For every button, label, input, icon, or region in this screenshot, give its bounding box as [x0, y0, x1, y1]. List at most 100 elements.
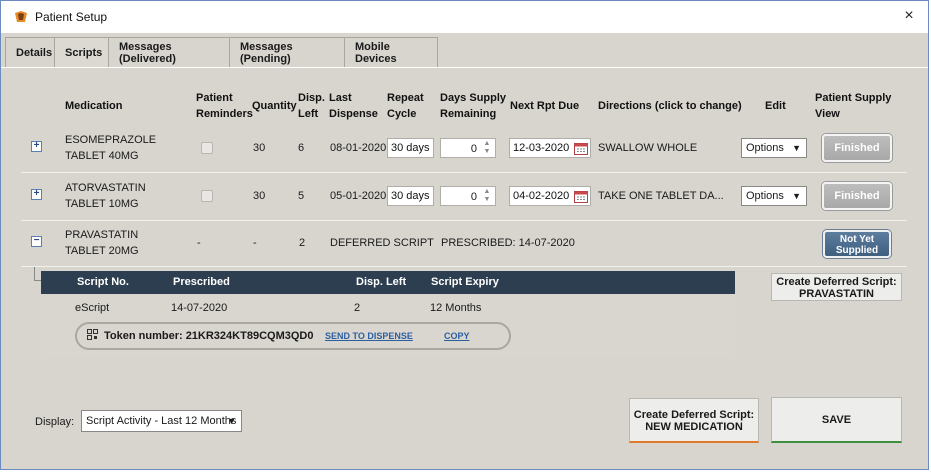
row-divider [21, 172, 907, 173]
quantity-value: 30 [253, 190, 266, 202]
disp-left-value: 2 [299, 237, 306, 249]
tab-messages-delivered[interactable]: Messages (Delivered) [108, 37, 230, 67]
col-patient-reminders-line2: Reminders [196, 108, 253, 120]
not-yet-supplied-line1: Not Yet [839, 234, 875, 245]
last-dispense-value: 05-01-2020 [330, 190, 387, 202]
col-days-supply-line2: Remaining [440, 108, 497, 120]
col-quantity: Quantity [252, 100, 297, 112]
next-rpt-due-value: 12-03-2020 [513, 142, 570, 154]
tab-bar: Details Scripts Messages (Delivered) Mes… [5, 37, 438, 67]
not-yet-supplied-line2: Supplied [835, 245, 879, 256]
medication-name: ATORVASTATIN [65, 182, 146, 194]
calendar-icon[interactable] [574, 142, 588, 155]
expand-row-icon[interactable]: + [31, 189, 42, 200]
qr-code-icon [87, 329, 98, 340]
display-filter-select[interactable]: Script Activity - Last 12 Months ▼ [81, 410, 242, 432]
patient-reminders-checkbox[interactable] [201, 142, 213, 154]
medication-form: TABLET 40MG [65, 150, 139, 162]
patient-reminders-value: - [197, 237, 201, 249]
disp-left-value: 2 [354, 302, 361, 314]
script-expiry-value: 12 Months [430, 302, 482, 314]
display-filter-value: Script Activity - Last 12 Months [86, 415, 237, 427]
next-rpt-due-field[interactable]: 12-03-2020 [509, 138, 591, 158]
col-repeat-cycle-line1: Repeat [387, 92, 424, 104]
col-last-dispense-line1: Last [329, 92, 352, 104]
tab-messages-pending[interactable]: Messages (Pending) [229, 37, 345, 67]
col-next-rpt-due: Next Rpt Due [510, 100, 580, 112]
edit-options-select[interactable]: Options ▼ [741, 138, 807, 158]
send-to-dispense-link[interactable]: SEND TO DISPENSE [325, 331, 413, 341]
save-button[interactable]: SAVE [771, 397, 902, 443]
medication-name: ESOMEPRAZOLE [65, 134, 157, 146]
script-detail-panel: Script No. Prescribed Disp. Left Script … [41, 271, 735, 355]
script-no-value: eScript [75, 302, 110, 314]
disp-left-value: 5 [298, 190, 305, 202]
col-edit: Edit [765, 100, 786, 112]
col-script-no: Script No. [77, 276, 129, 288]
create-new-line2: NEW MEDICATION [645, 421, 743, 433]
edit-options-value: Options [746, 142, 784, 154]
patient-setup-window: Patient Setup × Details Scripts Messages… [0, 0, 929, 470]
col-last-dispense-line2: Dispense [329, 108, 378, 120]
last-dispense-value: 08-01-2020 [330, 142, 387, 154]
days-supply-stepper[interactable]: 0 ▲ ▼ [440, 186, 496, 206]
edit-options-value: Options [746, 190, 784, 202]
dropdown-arrow-icon: ▼ [792, 143, 801, 153]
window-title: Patient Setup [35, 10, 108, 24]
medication-form: TABLET 20MG [65, 245, 139, 257]
prescribed-date-label: PRESCRIBED: 14-07-2020 [441, 237, 575, 249]
medication-form: TABLET 10MG [65, 198, 139, 210]
calendar-icon[interactable] [574, 190, 588, 203]
display-label: Display: [35, 416, 75, 428]
days-supply-value: 0 [470, 191, 477, 203]
tab-scripts[interactable]: Scripts [54, 37, 109, 67]
token-number: Token number: 21KR324KT89CQM3QD0 [104, 330, 314, 342]
dropdown-arrow-icon: ▼ [227, 416, 236, 426]
edit-options-select[interactable]: Options ▼ [741, 186, 807, 206]
disp-left-value: 6 [298, 142, 305, 154]
create-new-line1: Create Deferred Script: [633, 409, 755, 421]
next-rpt-due-value: 04-02-2020 [513, 190, 570, 202]
expand-row-icon[interactable]: + [31, 141, 42, 152]
col-supply-view-line2: View [815, 108, 840, 120]
directions-text[interactable]: SWALLOW WHOLE [598, 140, 697, 156]
col-patient-reminders-line1: Patient [196, 92, 233, 104]
quantity-value: - [253, 237, 257, 249]
stepper-arrows-icon[interactable]: ▲ ▼ [480, 140, 494, 156]
days-supply-stepper[interactable]: 0 ▲ ▼ [440, 138, 496, 158]
days-supply-value: 0 [470, 143, 477, 155]
repeat-cycle-input[interactable]: 30 days [387, 138, 434, 158]
finished-button[interactable]: Finished [822, 134, 892, 162]
patient-reminders-checkbox[interactable] [201, 190, 213, 202]
finished-button[interactable]: Finished [822, 182, 892, 210]
deferred-script-label: DEFERRED SCRIPT [330, 237, 434, 249]
create-deferred-line2: PRAVASTATIN [799, 288, 874, 300]
col-script-expiry: Script Expiry [431, 276, 499, 288]
create-deferred-pravastatin-button[interactable]: Create Deferred Script: PRAVASTATIN [771, 273, 902, 301]
next-rpt-due-field[interactable]: 04-02-2020 [509, 186, 591, 206]
tab-details[interactable]: Details [5, 37, 55, 67]
stepper-arrows-icon[interactable]: ▲ ▼ [480, 188, 494, 204]
row-divider [21, 266, 907, 267]
row-divider [21, 220, 907, 221]
col-disp-left: Disp. Left [356, 276, 407, 288]
col-disp-left-line1: Disp. [298, 92, 325, 104]
col-prescribed: Prescribed [173, 276, 230, 288]
tab-mobile-devices[interactable]: Mobile Devices [344, 37, 438, 67]
app-logo-icon [15, 11, 27, 22]
col-directions: Directions (click to change) [598, 100, 742, 112]
create-deferred-new-medication-button[interactable]: Create Deferred Script: NEW MEDICATION [629, 398, 759, 443]
copy-token-link[interactable]: COPY [444, 331, 470, 341]
script-table-header: Script No. Prescribed Disp. Left Script … [41, 271, 735, 294]
medication-name: PRAVASTATIN [65, 229, 139, 241]
directions-text[interactable]: TAKE ONE TABLET DA... [598, 188, 724, 204]
col-medication: Medication [65, 100, 123, 112]
token-box: Token number: 21KR324KT89CQM3QD0 SEND TO… [75, 322, 511, 350]
scripts-panel: Medication Patient Reminders Quantity Di… [1, 68, 928, 469]
collapse-row-icon[interactable]: − [31, 236, 42, 247]
col-days-supply-line1: Days Supply [440, 92, 507, 104]
col-supply-view-line1: Patient Supply [815, 92, 892, 104]
close-icon[interactable]: × [900, 7, 918, 25]
not-yet-supplied-button[interactable]: Not Yet Supplied [823, 230, 891, 258]
repeat-cycle-input[interactable]: 30 days [387, 186, 434, 206]
